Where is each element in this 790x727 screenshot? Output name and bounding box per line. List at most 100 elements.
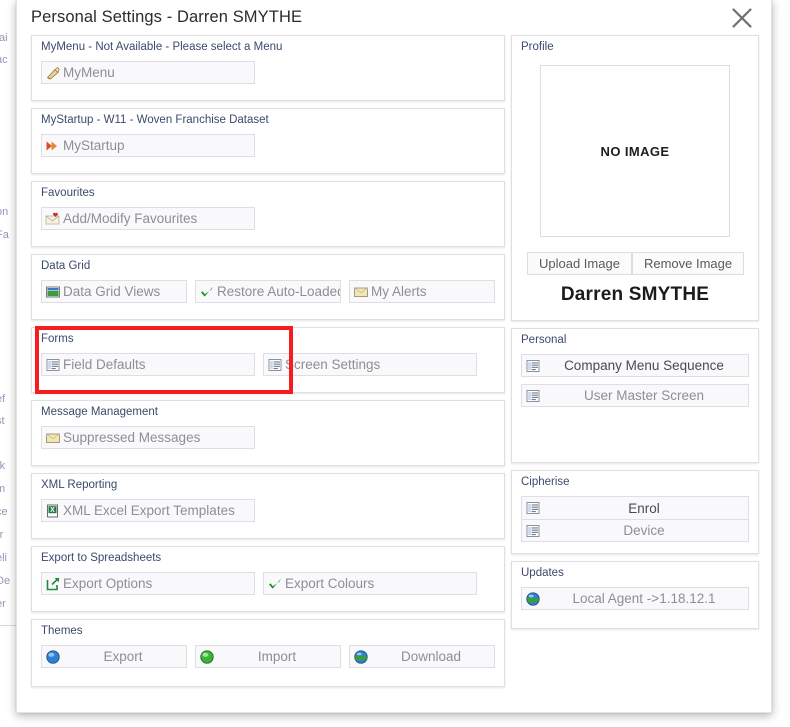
dialog-body: MyMenu - Not Available - Please select a… bbox=[17, 35, 771, 712]
button-suppressed-messages[interactable]: Suppressed Messages bbox=[41, 426, 255, 449]
button-label: Add/Modify Favourites bbox=[63, 211, 198, 226]
mystartup-icon bbox=[45, 138, 61, 154]
background-text-fragment: ef bbox=[0, 393, 6, 405]
button-cipherise-enrol[interactable]: Enrol bbox=[521, 496, 749, 519]
button-label: Local Agent ->1.18.12.1 bbox=[572, 591, 716, 606]
background-text-fragment: m bbox=[0, 483, 6, 495]
group-legend: MyMenu - Not Available - Please select a… bbox=[41, 41, 283, 53]
group-updates: Updates Local Agent ->1.18.12.1 bbox=[511, 561, 759, 629]
button-user-master-screen[interactable]: User Master Screen bbox=[521, 384, 749, 407]
button-label: XML Excel Export Templates bbox=[63, 503, 235, 518]
button-theme-import[interactable]: Import bbox=[195, 645, 341, 668]
button-company-menu-sequence[interactable]: Company Menu Sequence bbox=[521, 354, 749, 377]
button-theme-export[interactable]: Export bbox=[41, 645, 187, 668]
group-xml-reporting: XML Reporting X XML Excel Export Templat… bbox=[31, 473, 505, 539]
group-mymenu: MyMenu - Not Available - Please select a… bbox=[31, 35, 505, 101]
upload-image-button[interactable]: Upload Image bbox=[527, 252, 632, 275]
dialog-title: Personal Settings - Darren SMYTHE bbox=[31, 7, 303, 26]
green-check-icon bbox=[199, 284, 215, 300]
favourites-heart-icon bbox=[45, 211, 61, 227]
button-add-modify-favourites[interactable]: Add/Modify Favourites bbox=[41, 207, 255, 230]
right-settings-column: Profile NO IMAGE Upload Image Remove Ima… bbox=[511, 35, 759, 636]
group-profile: Profile NO IMAGE Upload Image Remove Ima… bbox=[511, 35, 759, 321]
button-label: My Alerts bbox=[371, 284, 427, 299]
button-label: Download bbox=[400, 649, 462, 664]
group-legend: XML Reporting bbox=[41, 479, 118, 491]
button-label: User Master Screen bbox=[583, 388, 705, 403]
background-text-fragment: st bbox=[0, 415, 5, 427]
button-label: MyMenu bbox=[63, 65, 115, 80]
green-check-icon bbox=[267, 576, 283, 592]
button-cipherise-device[interactable]: Device bbox=[521, 519, 749, 542]
button-label: Import bbox=[257, 649, 297, 664]
close-icon[interactable] bbox=[729, 5, 755, 31]
personal-settings-dialog: Personal Settings - Darren SMYTHE MyMenu… bbox=[16, 0, 772, 713]
button-mystartup[interactable]: MyStartup bbox=[41, 134, 255, 157]
group-themes: Themes Export Import Download bbox=[31, 619, 505, 687]
background-text-fragment: tai bbox=[0, 32, 8, 44]
blue-sphere-icon bbox=[45, 649, 61, 665]
excel-icon: X bbox=[45, 503, 61, 519]
button-label: Company Menu Sequence bbox=[564, 358, 724, 373]
button-export-options[interactable]: Export Options bbox=[41, 572, 255, 595]
group-cipherise: Cipherise Enrol Device bbox=[511, 470, 759, 554]
form-list-icon bbox=[525, 388, 541, 404]
button-label: Field Defaults bbox=[63, 357, 146, 372]
background-text-fragment: ce bbox=[0, 506, 8, 518]
group-legend: Forms bbox=[41, 333, 74, 345]
group-message-management: Message Management Suppressed Messages bbox=[31, 400, 505, 466]
group-forms: Forms Field Defaults Screen Settings bbox=[31, 326, 505, 394]
group-legend: MyStartup - W11 - Woven Franchise Datase… bbox=[41, 114, 269, 126]
button-local-agent-update[interactable]: Local Agent ->1.18.12.1 bbox=[521, 587, 749, 610]
button-label: Screen Settings bbox=[285, 357, 381, 372]
group-personal: Personal Company Menu Sequence User Mast… bbox=[511, 328, 759, 463]
button-label: Export bbox=[103, 649, 143, 664]
group-legend: Cipherise bbox=[521, 476, 570, 488]
group-legend: Personal bbox=[521, 334, 567, 346]
background-text-fragment: rk bbox=[0, 460, 6, 472]
background-text-fragment: ac bbox=[0, 54, 8, 66]
background-text-fragment: rr bbox=[0, 529, 4, 541]
button-restore-auto-loaded[interactable]: Restore Auto-Loaded bbox=[195, 280, 341, 303]
mymenu-icon bbox=[45, 65, 61, 81]
button-xml-excel-export-templates[interactable]: X XML Excel Export Templates bbox=[41, 499, 255, 522]
button-data-grid-views[interactable]: Data Grid Views bbox=[41, 280, 187, 303]
background-text-fragment: eli bbox=[0, 552, 8, 564]
envelope-icon bbox=[353, 284, 369, 300]
data-grid-icon bbox=[45, 284, 61, 300]
group-legend: Profile bbox=[521, 41, 554, 53]
left-settings-column: MyMenu - Not Available - Please select a… bbox=[31, 35, 505, 694]
group-favourites: Favourites Add/Modify Favourites bbox=[31, 181, 505, 247]
button-label: Data Grid Views bbox=[63, 284, 161, 299]
button-screen-settings[interactable]: Screen Settings bbox=[263, 353, 477, 376]
button-export-colours[interactable]: Export Colours bbox=[263, 572, 477, 595]
group-legend: Export to Spreadsheets bbox=[41, 552, 162, 564]
button-field-defaults[interactable]: Field Defaults bbox=[41, 353, 255, 376]
globe-icon bbox=[525, 591, 541, 607]
export-arrow-icon bbox=[45, 576, 61, 592]
profile-user-name: Darren SMYTHE bbox=[560, 284, 710, 305]
group-legend: Message Management bbox=[41, 406, 158, 418]
button-theme-download[interactable]: Download bbox=[349, 645, 495, 668]
background-text-fragment: er bbox=[0, 598, 6, 610]
background-text-fragment: De bbox=[0, 575, 11, 587]
form-list-icon bbox=[525, 358, 541, 374]
profile-image-placeholder: NO IMAGE bbox=[540, 65, 730, 237]
group-mystartup: MyStartup - W11 - Woven Franchise Datase… bbox=[31, 108, 505, 174]
group-legend: Data Grid bbox=[41, 260, 91, 272]
form-list-icon bbox=[525, 500, 541, 516]
button-label: Export Colours bbox=[285, 576, 375, 591]
group-export-to-spreadsheets: Export to Spreadsheets Export Options Ex… bbox=[31, 546, 505, 612]
svg-text:X: X bbox=[50, 507, 55, 514]
envelope-icon bbox=[45, 430, 61, 446]
group-legend: Updates bbox=[521, 567, 564, 579]
globe-icon bbox=[353, 649, 369, 665]
button-label: Device bbox=[623, 523, 665, 538]
group-legend: Favourites bbox=[41, 187, 95, 199]
button-my-alerts[interactable]: My Alerts bbox=[349, 280, 495, 303]
button-mymenu[interactable]: MyMenu bbox=[41, 61, 255, 84]
remove-image-button[interactable]: Remove Image bbox=[631, 252, 745, 275]
form-list-icon bbox=[45, 357, 61, 373]
dialog-titlebar: Personal Settings - Darren SMYTHE bbox=[17, 0, 771, 35]
background-text-fragment: on bbox=[0, 206, 9, 218]
